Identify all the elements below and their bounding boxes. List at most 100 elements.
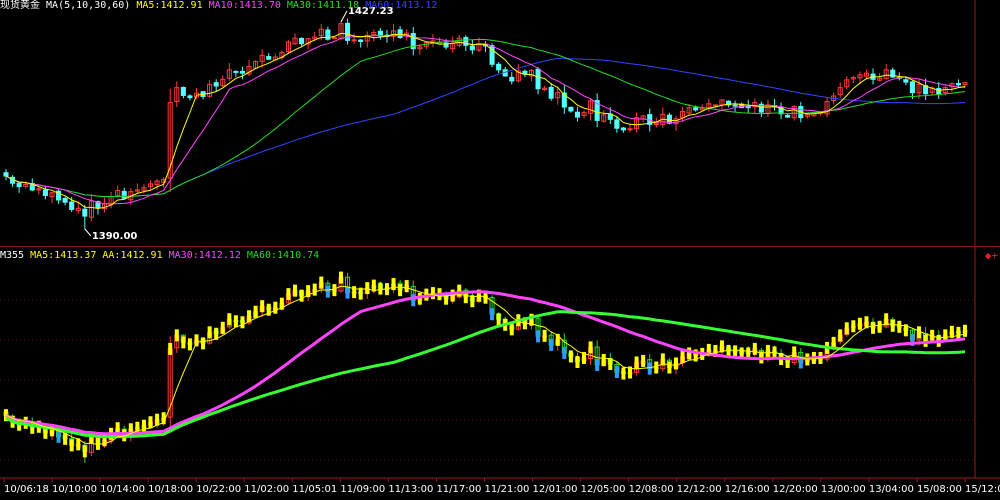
chart-window: 1427.23 1390.00 10/06:18 10/10:00 10/14:00 10…	[0, 0, 1000, 500]
signal-block	[148, 416, 153, 429]
ma-group-label: MA(5,10,30,60)	[46, 0, 131, 11]
ma60-line	[5, 57, 966, 198]
signal-block	[378, 282, 383, 295]
signal-block	[168, 342, 173, 355]
signal-block	[733, 345, 738, 358]
signal-block	[963, 324, 967, 337]
signal-block	[201, 337, 206, 350]
signal-block	[325, 285, 330, 298]
signal-block	[63, 432, 68, 445]
signal-block	[568, 350, 573, 363]
signal-block	[345, 286, 350, 299]
x-tick-label: 10/22:00	[196, 484, 241, 495]
candle-body	[955, 82, 961, 86]
signal-block	[621, 367, 626, 380]
bottom-prefix: M355	[0, 250, 25, 261]
x-tick-label: 13/04:00	[869, 484, 914, 495]
signal-block	[575, 355, 580, 368]
x-tick-label: 11/05:01	[292, 484, 337, 495]
signal-block	[430, 287, 435, 300]
signal-block	[299, 289, 304, 302]
signal-block	[207, 326, 212, 339]
candle-body	[351, 39, 357, 42]
signal-block	[549, 338, 554, 351]
signal-block	[542, 329, 547, 342]
candle-body	[233, 70, 239, 73]
candle-body	[239, 70, 246, 74]
candle-body	[3, 172, 9, 177]
candle-body	[331, 37, 337, 40]
signal-block	[260, 300, 265, 313]
candle-body	[213, 82, 219, 87]
high-price-label-pointer	[340, 10, 348, 23]
candle-body	[266, 56, 272, 60]
signal-block	[286, 288, 291, 301]
signal-block	[273, 301, 278, 314]
signal-block	[956, 326, 961, 339]
bottom-ma60-label: MA60:1410.74	[246, 250, 320, 261]
signal-block	[82, 445, 87, 458]
x-tick-label: 11/02:00	[244, 484, 289, 495]
signal-block	[641, 354, 646, 367]
x-tick-label: 11/09:00	[340, 484, 385, 495]
x-tick-label: 12/12:00	[677, 484, 722, 495]
x-tick-label: 10/18:00	[148, 484, 193, 495]
bottom-ma30-label: MA30:1412.12	[168, 250, 241, 261]
low-price-label: 1390.00	[92, 231, 138, 242]
x-tick-label: 15/08:00	[917, 484, 962, 495]
x-tick-label: 10/10:00	[52, 484, 97, 495]
low-price-label-pointer	[84, 228, 92, 237]
candle-body	[909, 81, 915, 94]
candle-body	[574, 111, 580, 118]
signal-block	[312, 283, 317, 296]
candle-body	[121, 190, 127, 199]
bottom-legend: M355 MA5:1413.37 AA:1412.91 MA30:1412.12…	[0, 250, 319, 262]
ma10-line	[5, 34, 966, 205]
signal-block	[293, 284, 298, 297]
candle-body	[745, 106, 751, 109]
candle-body	[345, 22, 351, 41]
signal-block	[227, 313, 232, 326]
ma30-label: MA30:1411.18	[286, 0, 360, 11]
candle-body	[607, 113, 613, 120]
candle-body	[358, 39, 364, 42]
signal-block	[634, 356, 639, 369]
candle-body	[16, 182, 22, 188]
signal-block	[877, 320, 882, 333]
signal-block	[181, 336, 186, 349]
x-tick-label: 11/17:00	[436, 484, 481, 495]
signal-block	[654, 361, 659, 374]
signal-block	[332, 284, 337, 297]
signal-block	[838, 329, 843, 342]
candle-body	[614, 119, 620, 129]
candle-body	[187, 95, 193, 99]
signal-block	[490, 308, 495, 321]
ma60-label: MA60:1413.12	[365, 0, 438, 11]
x-tick-label: 10/06:18	[4, 484, 49, 495]
x-tick-label: 12/20:00	[773, 484, 818, 495]
ma30-line	[5, 38, 966, 198]
x-tick-label: 13/00:00	[821, 484, 866, 495]
panel-control-icons[interactable]: ◆+	[985, 249, 998, 262]
candle-body	[548, 86, 554, 99]
signal-block	[792, 346, 797, 359]
candle-body	[568, 106, 574, 112]
signal-block	[365, 282, 370, 295]
signal-block	[233, 315, 238, 328]
signal-block	[588, 341, 593, 354]
signal-block	[187, 338, 192, 351]
x-tick-label: 12/05:00	[581, 484, 626, 495]
signal-block	[404, 280, 409, 293]
signal-block	[174, 329, 179, 342]
bottom-ma5-label: MA5:1413.37	[30, 250, 97, 261]
signal-block	[667, 361, 672, 374]
candle-body	[509, 76, 515, 82]
candle-body	[299, 37, 305, 45]
candle-body	[82, 208, 88, 217]
signal-block	[897, 320, 902, 333]
candle-body	[69, 201, 75, 210]
signal-block	[220, 321, 225, 334]
signal-block	[391, 278, 396, 291]
signal-block	[890, 319, 895, 332]
signal-block	[752, 342, 757, 355]
